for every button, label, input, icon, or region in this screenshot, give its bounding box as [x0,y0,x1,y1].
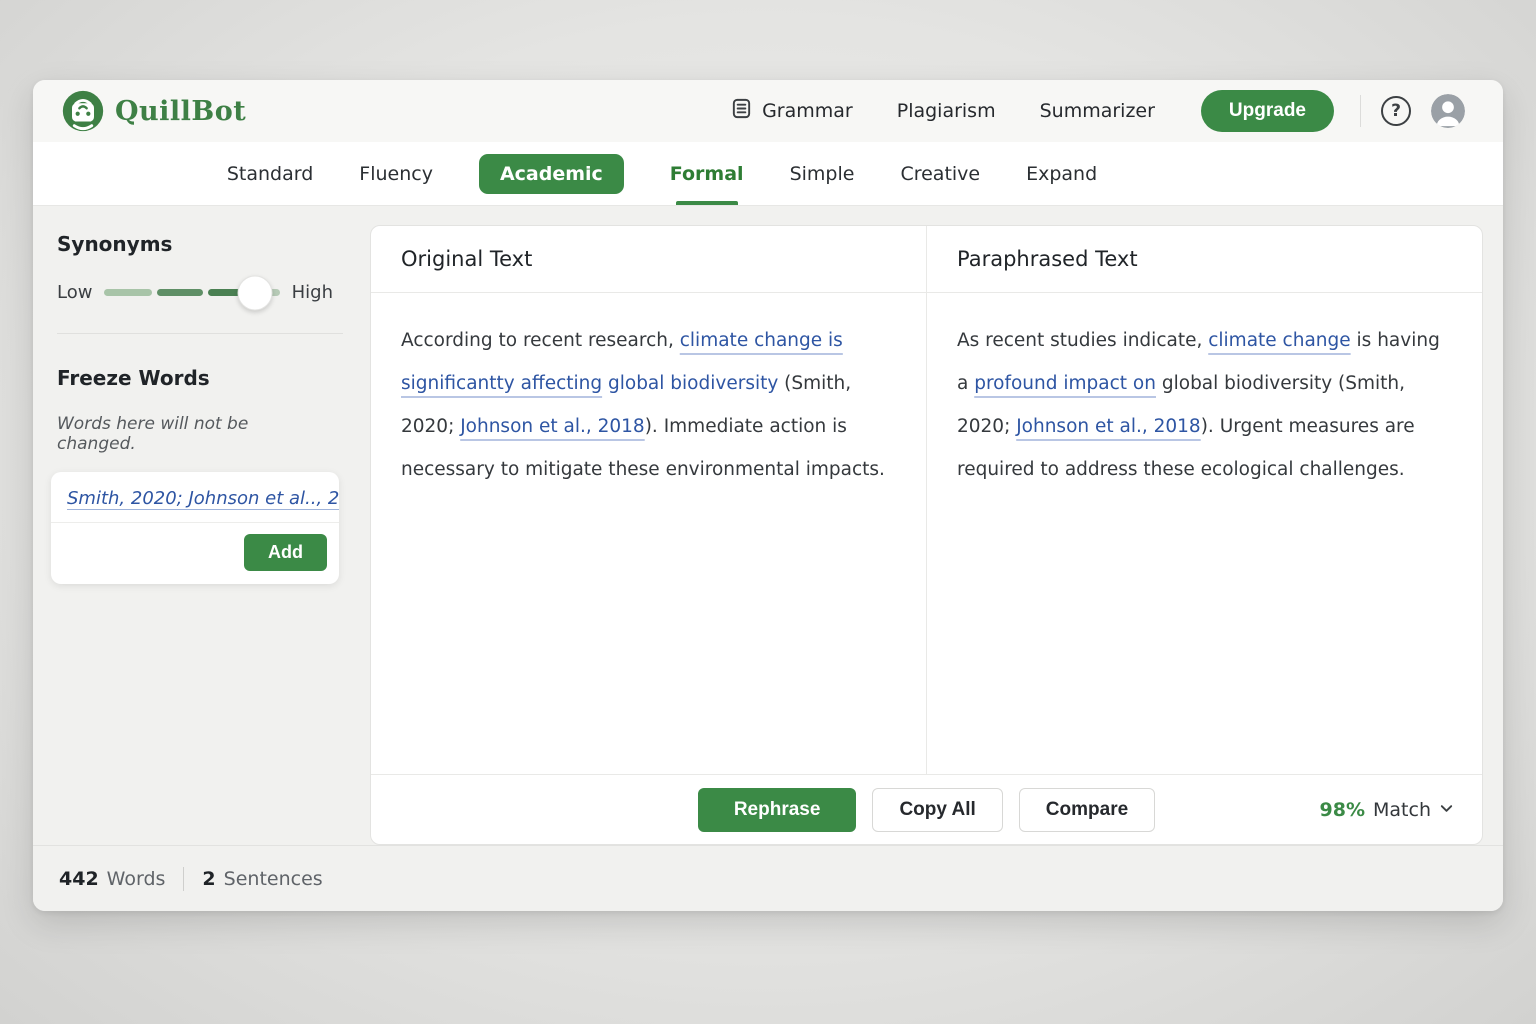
copy-all-button[interactable]: Copy All [872,788,1002,832]
text-segment-plain: As recent studies indicate, [957,330,1208,351]
sentence-count: 2 Sentences [202,868,322,890]
mode-tabs: Standard Fluency Academic Formal Simple … [227,142,1097,205]
content-area: Synonyms Low High Freeze Words Words her… [33,206,1503,845]
sentence-count-value: 2 [202,868,215,890]
header-divider [1360,95,1361,127]
tab-simple[interactable]: Simple [790,142,855,205]
quillbot-robot-icon [61,89,105,133]
freeze-words-note: Words here will not be changed. [57,414,331,454]
synonyms-slider-handle[interactable] [238,275,273,310]
nav-item-summarizer[interactable]: Summarizer [1040,100,1155,122]
nav-label-plagiarism: Plagiarism [897,100,996,122]
tab-formal-label: Formal [670,163,744,185]
tab-standard[interactable]: Standard [227,142,313,205]
nav-label-grammar: Grammar [762,100,853,122]
header-nav: Grammar Plagiarism Summarizer Upgrade ? [686,90,1465,132]
match-percentage: 98% [1320,799,1365,821]
stats-footer: 442 Words 2 Sentences [33,845,1503,911]
text-segment-link: climate change [1208,330,1350,351]
chevron-down-icon [1439,799,1454,821]
brand-wordmark: QuillBot [115,96,246,127]
brand-logo[interactable]: QuillBot [61,89,246,133]
nav-label-summarizer: Summarizer [1040,100,1155,122]
upgrade-button[interactable]: Upgrade [1201,90,1334,132]
help-icon[interactable]: ? [1381,96,1411,126]
slider-segment-2 [157,289,203,296]
paraphrased-text-output[interactable]: As recent studies indicate, climate chan… [926,293,1482,774]
panel-bodies: According to recent research, climate ch… [371,293,1482,774]
document-lines-icon [730,97,753,125]
freeze-words-card: Smith, 2020; Johnson et al.., 2018 Add [51,472,339,584]
app-header: QuillBot Grammar Plagiarism Summarizer U… [33,80,1503,142]
match-label: Match [1373,799,1431,821]
freeze-words-title: Freeze Words [57,366,331,390]
freeze-word-text: Smith, 2020; Johnson et al.., 2018 [67,488,339,509]
text-segment-link-plain: global biodiversity [602,373,778,394]
tab-expand[interactable]: Expand [1026,142,1097,205]
add-freeze-word-button[interactable]: Add [244,534,327,571]
synonyms-slider-track[interactable] [104,289,279,296]
tab-creative[interactable]: Creative [900,142,980,205]
text-segment-link: profound impact on [974,373,1156,394]
paraphrased-text-title: Paraphrased Text [926,226,1482,292]
stats-divider [183,867,184,891]
match-dropdown[interactable]: 98% Match [1320,799,1454,821]
compare-button[interactable]: Compare [1019,788,1155,832]
slider-high-label: High [292,282,333,303]
tab-academic[interactable]: Academic [479,154,624,194]
slider-low-label: Low [57,282,92,303]
slider-segment-1 [104,289,151,296]
text-segment-link: Johnson et al., 2018 [460,416,645,437]
settings-sidebar: Synonyms Low High Freeze Words Words her… [33,206,355,845]
quillbot-app-window: QuillBot Grammar Plagiarism Summarizer U… [33,80,1503,911]
text-segment-plain: According to recent research, [401,330,680,351]
sidebar-divider [57,333,343,334]
sentence-count-label: Sentences [224,868,323,890]
original-text-editor[interactable]: According to recent research, climate ch… [371,293,926,774]
tab-formal[interactable]: Formal [670,142,744,205]
synonyms-title: Synonyms [57,232,331,256]
rephrase-button[interactable]: Rephrase [698,788,857,832]
active-tab-underline [676,201,738,205]
mode-tabbar: Standard Fluency Academic Formal Simple … [33,142,1503,206]
nav-item-grammar[interactable]: Grammar [730,97,853,125]
user-avatar[interactable] [1431,94,1465,128]
tab-fluency[interactable]: Fluency [359,142,433,205]
freeze-add-row: Add [51,523,339,584]
original-text-title: Original Text [371,226,926,292]
main-panel-area: Original Text Paraphrased Text According… [355,206,1503,845]
text-segment-link: Johnson et al., 2018 [1016,416,1201,437]
word-count: 442 Words [59,868,165,890]
word-count-value: 442 [59,868,99,890]
panel-headers: Original Text Paraphrased Text [371,226,1482,293]
word-count-label: Words [107,868,166,890]
paraphraser-card: Original Text Paraphrased Text According… [370,225,1483,845]
synonyms-slider-row: Low High [57,282,333,303]
actions-bar: Rephrase Copy All Compare 98% Match [371,774,1482,844]
freeze-word-chip[interactable]: Smith, 2020; Johnson et al.., 2018 [51,472,339,523]
nav-item-plagiarism[interactable]: Plagiarism [897,100,996,122]
